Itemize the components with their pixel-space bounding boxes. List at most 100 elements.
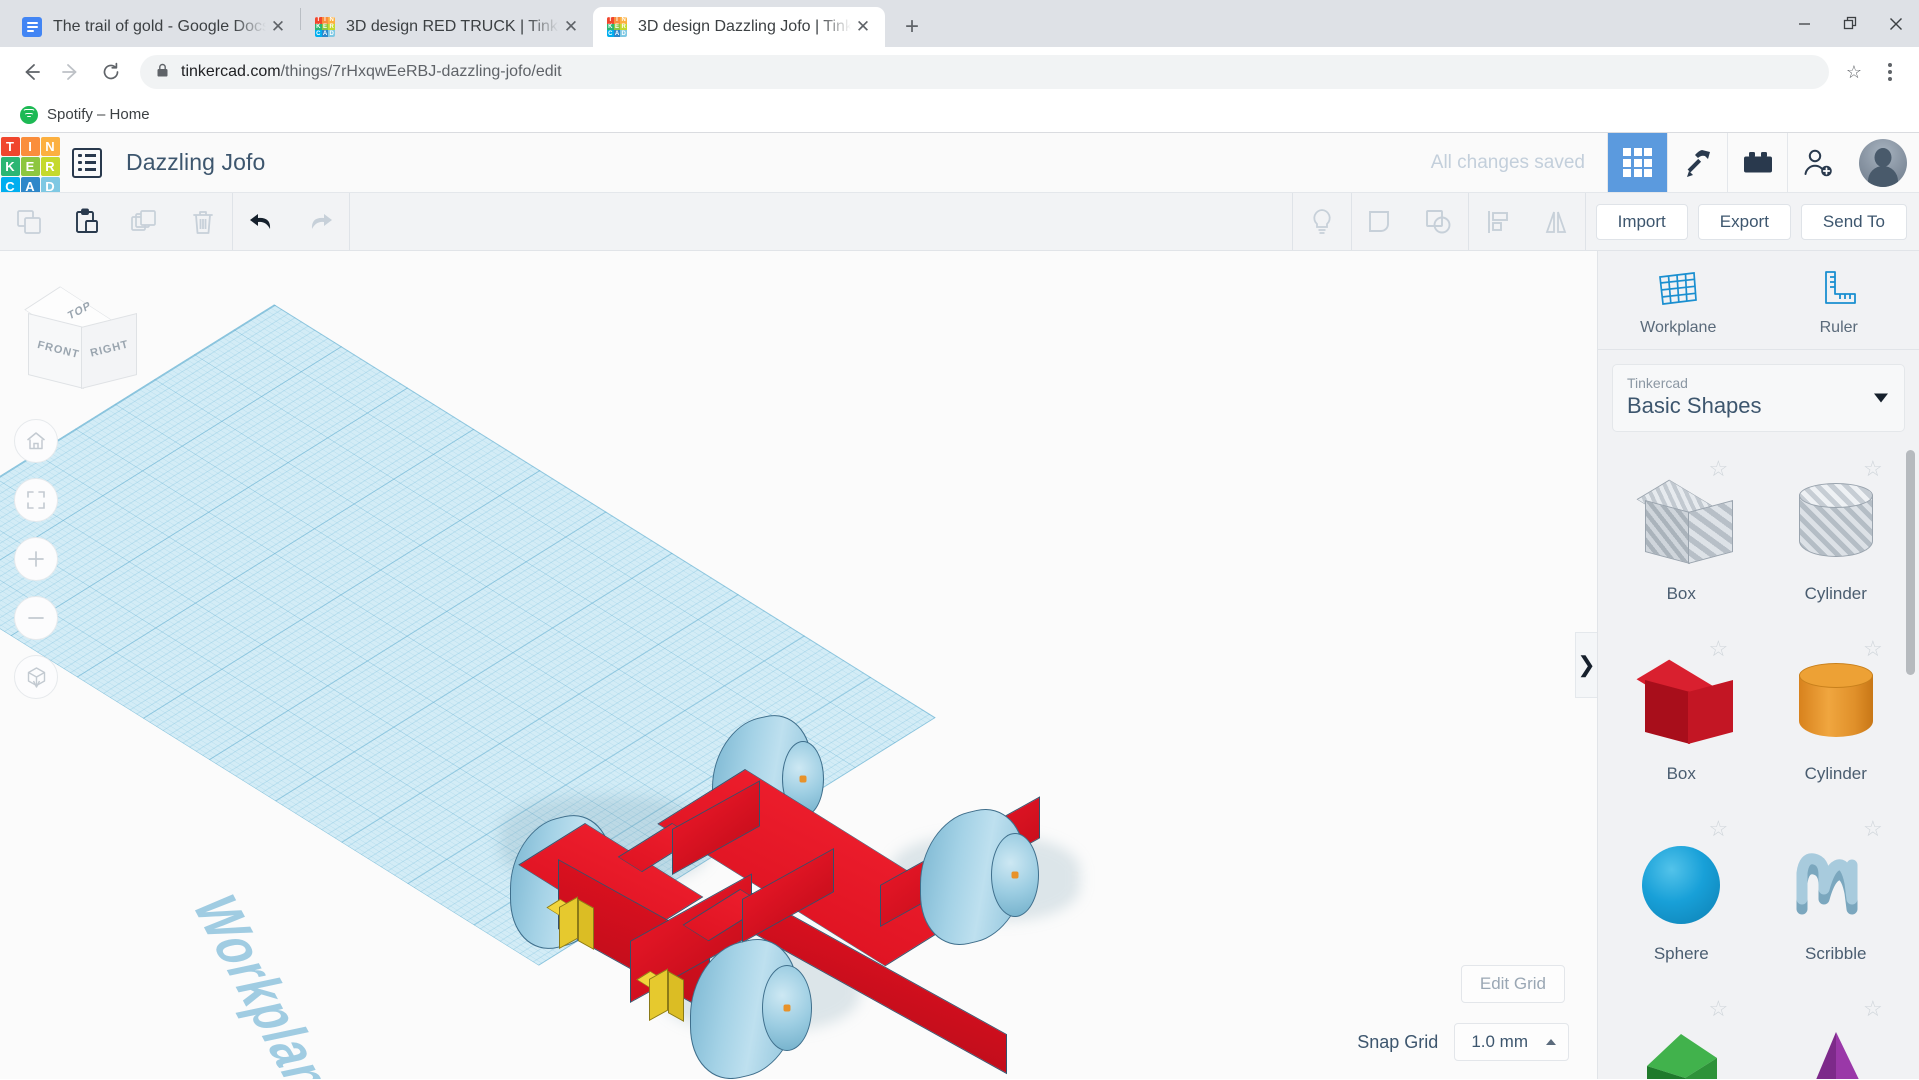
tinkercad-icon: TIN KER CAD (607, 17, 627, 37)
add-person-icon[interactable] (1787, 133, 1847, 192)
shape-item[interactable]: ☆ Scribble (1759, 808, 1914, 988)
delete-icon[interactable] (174, 193, 232, 250)
snap-grid-select[interactable]: 1.0 mm (1454, 1023, 1569, 1061)
ungroup-icon[interactable] (1410, 193, 1468, 250)
minimize-button[interactable] (1781, 4, 1827, 44)
new-tab-button[interactable]: + (895, 10, 929, 44)
workplane-grid[interactable] (0, 304, 936, 965)
favorite-star-icon[interactable]: ☆ (1709, 638, 1731, 660)
favorite-star-icon[interactable]: ☆ (1709, 458, 1731, 480)
truck-bed-face[interactable] (880, 796, 1040, 927)
pickaxe-icon[interactable] (1667, 133, 1727, 192)
import-button[interactable]: Import (1596, 204, 1688, 240)
chevron-down-icon (1874, 394, 1888, 403)
forward-button[interactable] (52, 53, 90, 91)
save-status: All changes saved (1431, 152, 1585, 174)
duplicate-icon[interactable] (116, 193, 174, 250)
bookmark-star-icon[interactable]: ☆ (1837, 55, 1871, 89)
wheel-rear-right[interactable] (920, 811, 1025, 943)
shape-item[interactable]: ☆ Roof (1604, 988, 1759, 1079)
browser-tab-0[interactable]: The trail of gold - Google Docs ✕ (8, 7, 300, 47)
zoom-in-icon[interactable] (14, 537, 58, 581)
snap-grid-row: Snap Grid 1.0 mm (1357, 1023, 1569, 1061)
model-shadow (890, 836, 1080, 921)
zoom-out-icon[interactable] (14, 596, 58, 640)
panel-collapse-button[interactable]: ❯ (1575, 632, 1597, 698)
back-button[interactable] (12, 53, 50, 91)
ruler-tool[interactable]: Ruler (1759, 269, 1919, 337)
shape-art-cylinder-solid (1799, 650, 1873, 760)
favorite-star-icon[interactable]: ☆ (1863, 458, 1885, 480)
url-domain: tinkercad.com (181, 63, 281, 80)
paste-icon[interactable] (58, 193, 116, 250)
wheel-front-right[interactable] (690, 941, 798, 1077)
lightbulb-icon[interactable] (1293, 193, 1351, 250)
browser-tab-2[interactable]: TIN KER CAD 3D design Dazzling Jofo | Ti… (593, 7, 885, 47)
favorite-star-icon[interactable]: ☆ (1863, 638, 1885, 660)
favorite-star-icon[interactable]: ☆ (1709, 818, 1731, 840)
send-to-button[interactable]: Send To (1801, 204, 1907, 240)
close-window-button[interactable] (1873, 4, 1919, 44)
redo-icon[interactable] (291, 193, 349, 250)
tab-close-button[interactable]: ✕ (851, 15, 875, 39)
mirror-icon[interactable] (1527, 193, 1585, 250)
headlight-lower-side[interactable] (668, 971, 684, 1022)
address-bar[interactable]: tinkercad.com/things/7rHxqwEeRBJ-dazzlin… (140, 55, 1829, 89)
edit-grid-button[interactable]: Edit Grid (1461, 965, 1565, 1003)
panel-tools: Workplane Ruler (1598, 251, 1919, 350)
shape-library-select[interactable]: Tinkercad Basic Shapes (1612, 364, 1905, 432)
tab-title: 3D design Dazzling Jofo | Tinkercad (638, 18, 851, 36)
undo-icon[interactable] (233, 193, 291, 250)
reload-button[interactable] (92, 53, 130, 91)
copy-icon[interactable] (0, 193, 58, 250)
tab-close-button[interactable]: ✕ (559, 15, 583, 39)
avatar[interactable] (1847, 133, 1919, 192)
shape-label: Sphere (1654, 944, 1709, 964)
maximize-button[interactable] (1827, 4, 1873, 44)
workplane-tool[interactable]: Workplane (1598, 269, 1759, 337)
view-nav-controls (14, 419, 58, 699)
grid-view-icon[interactable] (1607, 133, 1667, 192)
tinkercad-icon: TIN KER CAD (315, 17, 335, 37)
tinkercad-logo[interactable]: T I N K E R C A D (0, 133, 60, 192)
logo-letter: N (41, 137, 60, 156)
chrome-menu-button[interactable] (1873, 53, 1907, 91)
shape-item[interactable]: ☆ Sphere (1604, 808, 1759, 988)
fit-all-icon[interactable] (14, 478, 58, 522)
browser-tab-1[interactable]: TIN KER CAD 3D design RED TRUCK | Tinker… (301, 7, 593, 47)
designs-list-icon[interactable] (72, 148, 102, 178)
favorite-star-icon[interactable]: ☆ (1863, 818, 1885, 840)
google-docs-icon (22, 17, 42, 37)
view-cube[interactable]: TOP FRONT RIGHT (18, 278, 128, 383)
edit-toolbar: Import Export Send To (0, 193, 1919, 251)
favorite-star-icon[interactable]: ☆ (1863, 998, 1885, 1020)
truck-bed-side[interactable] (745, 889, 1007, 1074)
align-icon[interactable] (1469, 193, 1527, 250)
export-button[interactable]: Export (1698, 204, 1791, 240)
truck-rail-face[interactable] (742, 848, 834, 943)
perspective-toggle-icon[interactable] (14, 655, 58, 699)
brick-icon[interactable] (1727, 133, 1787, 192)
url-path: /things/7rHxqwEeRBJ-dazzling-jofo/edit (281, 63, 562, 80)
home-view-icon[interactable] (14, 419, 58, 463)
shape-item[interactable]: ☆ Box (1604, 628, 1759, 808)
shape-item[interactable]: ☆ Pyramid (1759, 988, 1914, 1079)
logo-letter: E (21, 157, 40, 176)
shape-item[interactable]: ☆ Cylinder (1759, 628, 1914, 808)
headlight-lower-top[interactable] (636, 971, 667, 990)
tab-close-button[interactable]: ✕ (266, 15, 290, 39)
omnibox-row: tinkercad.com/things/7rHxqwEeRBJ-dazzlin… (0, 47, 1919, 97)
3d-canvas[interactable]: Workplane (0, 251, 1597, 1079)
shape-item[interactable]: ☆ Box (1604, 448, 1759, 628)
shape-art-scribble (1794, 830, 1878, 940)
shape-item[interactable]: ☆ Cylinder (1759, 448, 1914, 628)
ruler-tool-label: Ruler (1820, 319, 1858, 337)
group-icon[interactable] (1352, 193, 1410, 250)
page-title[interactable]: Dazzling Jofo (126, 149, 265, 176)
favorite-star-icon[interactable]: ☆ (1709, 998, 1731, 1020)
truck-rail-top[interactable] (683, 889, 767, 941)
headlight-lower-face[interactable] (649, 968, 668, 1021)
shapes-grid[interactable]: ☆ Box ☆ (1598, 442, 1919, 1079)
bookmark-spotify[interactable]: Spotify – Home (12, 102, 158, 128)
panel-scrollbar[interactable] (1906, 450, 1915, 675)
